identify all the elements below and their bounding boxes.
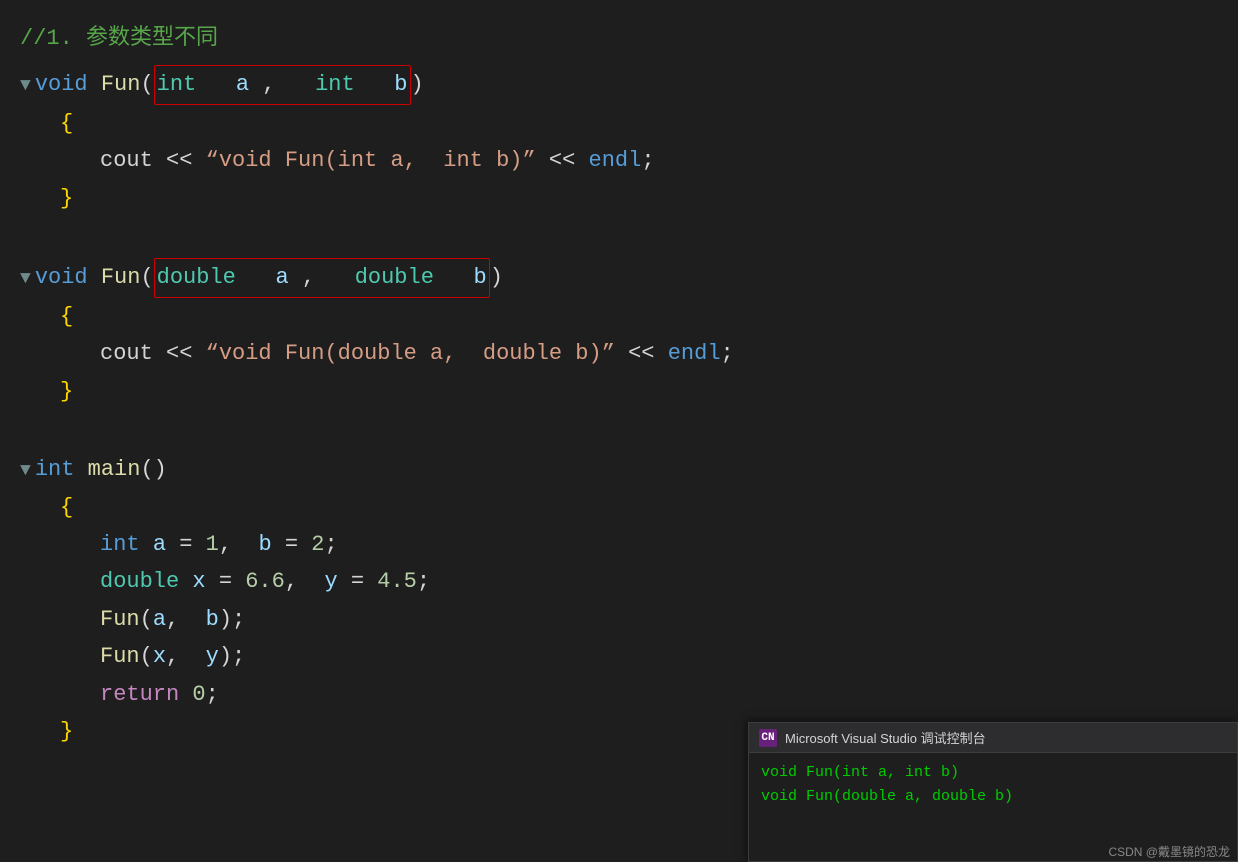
main-line4: Fun ( x , y ) ; <box>20 638 1238 675</box>
func1-name: Fun <box>101 66 141 103</box>
func2-params-highlight: double a , double b <box>154 258 490 297</box>
func1-void-kw: void <box>35 66 88 103</box>
func1-body: cout << “void Fun(int a, int b)” << endl… <box>20 142 1238 179</box>
func2-section: ▼ void Fun ( double a , double b ) { cou… <box>20 258 1238 410</box>
main-line3: Fun ( a , b ) ; <box>20 601 1238 638</box>
collapse-icon-func2[interactable]: ▼ <box>20 264 31 295</box>
console-title: Microsoft Visual Studio 调试控制台 <box>785 728 986 747</box>
main-open-brace: { <box>20 489 1238 526</box>
main-section: ▼ int main () { int a = 1 , b = 2 ; doub… <box>20 451 1238 750</box>
main-int-kw: int <box>35 451 75 488</box>
func2-void-kw: void <box>35 259 88 296</box>
console-output-line2: void Fun(double a, double b) <box>761 785 1225 809</box>
func1-open-brace: { <box>20 105 1238 142</box>
func2-body: cout << “void Fun(double a, double b)” <… <box>20 335 1238 372</box>
func1-close-brace: } <box>20 180 1238 217</box>
func2-close-brace: } <box>20 373 1238 410</box>
func2-open-brace: { <box>20 298 1238 335</box>
collapse-icon-main[interactable]: ▼ <box>20 456 31 487</box>
code-editor: //1. 参数类型不同 ▼ void Fun ( int a , int b )… <box>0 0 1238 774</box>
main-line1: int a = 1 , b = 2 ; <box>20 526 1238 563</box>
vs-icon: CN <box>759 729 777 747</box>
console-popup: CN Microsoft Visual Studio 调试控制台 void Fu… <box>748 722 1238 862</box>
comment-line: //1. 参数类型不同 <box>20 20 1238 57</box>
func2-signature: ▼ void Fun ( double a , double b ) <box>20 258 1238 297</box>
main-line5: return 0 ; <box>20 676 1238 713</box>
console-output: void Fun(int a, int b) void Fun(double a… <box>749 753 1237 817</box>
console-output-line1: void Fun(int a, int b) <box>761 761 1225 785</box>
main-line2: double x = 6.6 , y = 4.5 ; <box>20 563 1238 600</box>
main-signature: ▼ int main () <box>20 451 1238 488</box>
collapse-icon-func1[interactable]: ▼ <box>20 71 31 102</box>
func1-params-highlight: int a , int b <box>154 65 411 104</box>
func1-signature: ▼ void Fun ( int a , int b ) <box>20 65 1238 104</box>
func2-name: Fun <box>101 259 141 296</box>
watermark: CSDN @戴墨镜的恐龙 <box>1108 843 1230 860</box>
main-name: main <box>88 451 141 488</box>
console-titlebar: CN Microsoft Visual Studio 调试控制台 <box>749 723 1237 753</box>
func1-section: ▼ void Fun ( int a , int b ) { cout << “… <box>20 65 1238 217</box>
comment-text: //1. 参数类型不同 <box>20 20 218 57</box>
